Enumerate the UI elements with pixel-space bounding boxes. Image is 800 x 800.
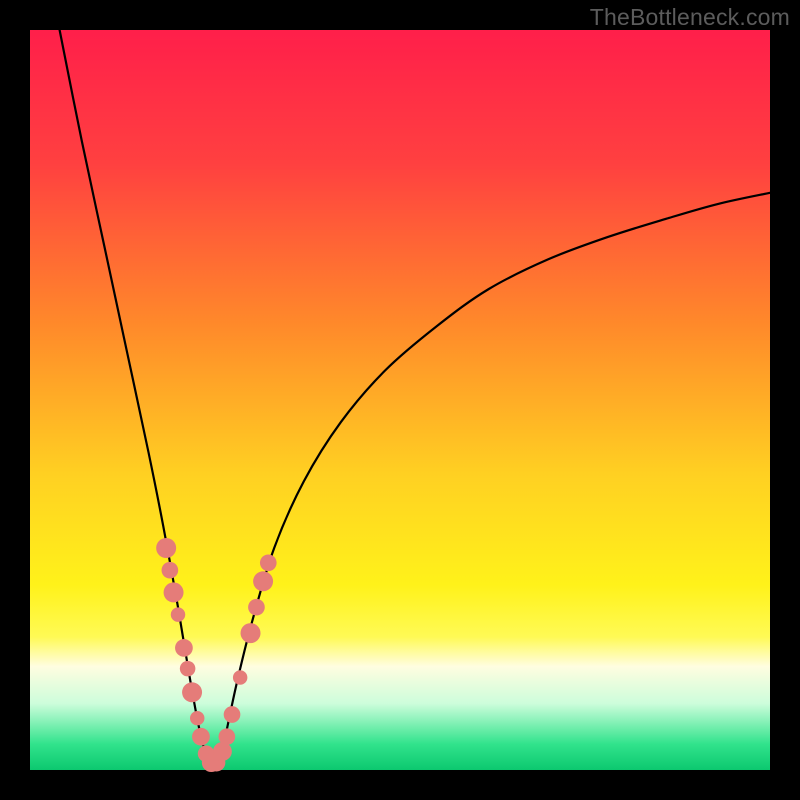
bead-markers [156,538,276,772]
bottleneck-curve [60,30,770,775]
bead-marker [192,728,210,746]
bead-marker [171,607,185,621]
chart-frame: TheBottleneck.com [0,0,800,800]
bead-marker [248,599,265,616]
bead-marker [253,571,273,591]
bead-marker [164,582,184,602]
bead-marker [180,661,196,677]
watermark-text: TheBottleneck.com [590,4,790,31]
bead-marker [213,742,232,761]
bead-marker [182,682,202,702]
bead-marker [219,728,236,745]
curve-layer [30,30,770,770]
bead-marker [241,623,261,643]
bead-marker [175,639,193,657]
bead-marker [224,706,241,723]
bead-marker [190,711,204,725]
bead-marker [162,562,179,579]
bead-marker [260,554,277,571]
bead-marker [156,538,176,558]
bead-marker [233,670,247,684]
